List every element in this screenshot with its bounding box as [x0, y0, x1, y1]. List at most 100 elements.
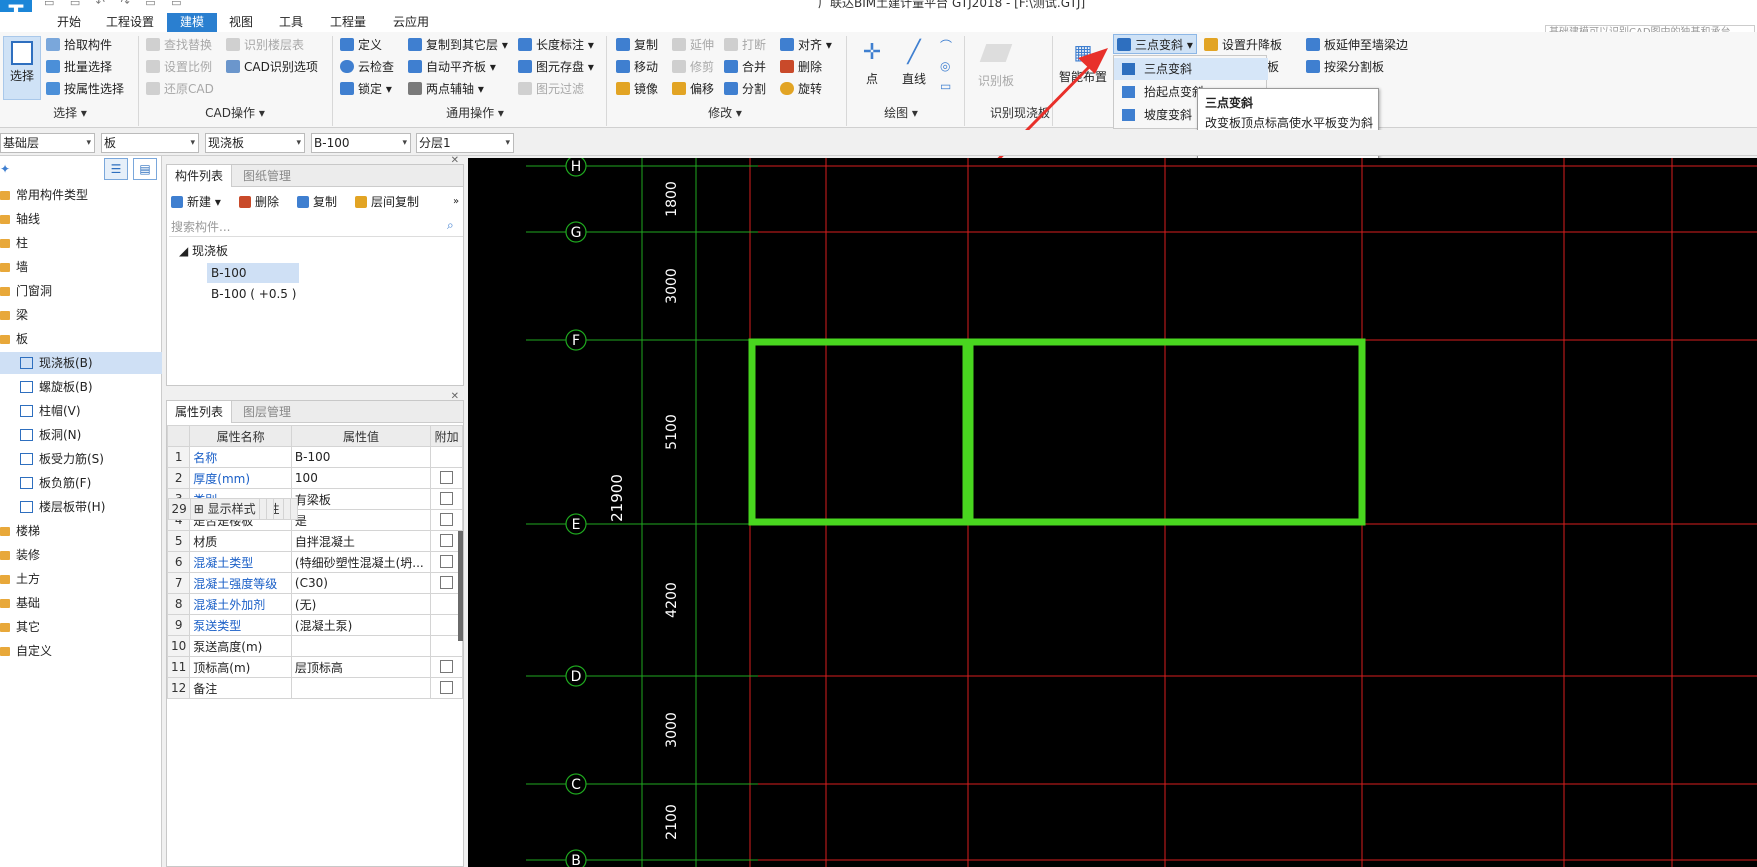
sparkle-icon[interactable]: ✦: [0, 162, 10, 176]
two-point-aux-axis-button[interactable]: 两点辅轴 ▾: [408, 79, 484, 99]
tree-node-root[interactable]: ◢ 现浇板: [179, 241, 228, 261]
set-raise-lower-slab-button[interactable]: 设置升降板: [1204, 35, 1282, 55]
property-value-cell[interactable]: (特细砂塑性混凝土(坍...: [290, 551, 432, 573]
table-row[interactable]: 7 混凝土强度等级 (C30): [166, 572, 463, 594]
draw-group-label[interactable]: 绘图 ▾: [866, 104, 936, 122]
draw-point-button[interactable]: ✛ 点: [856, 36, 888, 87]
append-checkbox[interactable]: [440, 513, 454, 526]
property-value-cell[interactable]: 自拌混凝土: [290, 530, 432, 552]
menu-item-three-point-slope[interactable]: 三点变斜: [1114, 58, 1268, 80]
cad-recognition-options-button[interactable]: CAD识别选项: [226, 57, 318, 77]
sidebar-item-common-types[interactable]: 常用构件类型: [0, 184, 162, 206]
element-save-button[interactable]: 图元存盘 ▾: [518, 57, 594, 77]
search-icon[interactable]: ⌕: [447, 218, 454, 233]
table-row[interactable]: 9 泵送类型 (混凝土泵): [166, 614, 463, 636]
auto-align-slab-button[interactable]: 自动平齐板 ▾: [408, 57, 496, 77]
property-value-cell[interactable]: [258, 497, 267, 520]
component-search-input[interactable]: 搜索构件...: [169, 217, 463, 237]
sidebar-item-decoration[interactable]: 装修: [0, 544, 162, 566]
sidebar-item-wall[interactable]: 墙: [0, 256, 162, 278]
table-row[interactable]: 5 材质 自拌混凝土: [166, 530, 463, 552]
tab-drawing-management[interactable]: 图纸管理: [235, 165, 299, 187]
property-value-cell[interactable]: 有梁板: [290, 488, 432, 510]
sidebar-item-stair[interactable]: 楼梯: [0, 520, 162, 542]
append-checkbox[interactable]: [440, 681, 454, 694]
identify-floor-table-button[interactable]: 识别楼层表: [226, 35, 304, 55]
sidebar-item-column-cap[interactable]: 柱帽(V): [0, 400, 162, 422]
select-tool-button[interactable]: 选择: [3, 36, 41, 100]
tree-node-b100[interactable]: B-100: [207, 263, 299, 283]
identify-slab-button[interactable]: 识别板: [972, 36, 1020, 89]
table-row[interactable]: 1 名称 B-100: [166, 446, 463, 468]
sidebar-item-foundation[interactable]: 基础: [0, 592, 162, 614]
property-value-cell[interactable]: (C30): [290, 572, 432, 594]
tab-component-list[interactable]: 构件列表: [167, 165, 233, 187]
append-checkbox[interactable]: [440, 471, 454, 484]
expand-icon[interactable]: ⊞: [194, 502, 208, 516]
append-checkbox[interactable]: [440, 492, 454, 505]
table-row[interactable]: 6 混凝土类型 (特细砂塑性混凝土(坍...: [166, 551, 463, 573]
define-button[interactable]: 定义: [340, 35, 382, 55]
split-button[interactable]: 分割: [724, 79, 766, 99]
append-checkbox[interactable]: [440, 576, 454, 589]
property-value-cell[interactable]: B-100: [290, 446, 432, 468]
layer-split-select[interactable]: 分层1: [416, 133, 514, 153]
table-row[interactable]: 12 备注: [166, 677, 463, 699]
draw-line-button[interactable]: ╱ 直线: [896, 36, 932, 87]
tile-view-icon[interactable]: ▤: [133, 158, 157, 180]
append-checkbox[interactable]: [440, 534, 454, 547]
three-point-slope-button[interactable]: 三点变斜 ▾: [1113, 34, 1197, 54]
tab-quantity[interactable]: 工程量: [320, 13, 376, 32]
table-row[interactable]: 2 厚度(mm) 100: [166, 467, 463, 489]
delete-button[interactable]: 删除: [780, 57, 822, 77]
general-ops-group-label[interactable]: 通用操作 ▾: [430, 104, 520, 122]
extend-slab-to-wall-beam-button[interactable]: 板延伸至墙梁边: [1306, 35, 1408, 55]
offset-button[interactable]: 偏移: [672, 79, 714, 99]
property-value-cell[interactable]: (无): [290, 593, 432, 615]
cloud-check-button[interactable]: 云检查: [340, 57, 394, 77]
find-replace-button[interactable]: 查找替换: [146, 35, 212, 55]
tab-project-settings[interactable]: 工程设置: [98, 13, 162, 32]
sidebar-item-spiral-slab[interactable]: 螺旋板(B): [0, 376, 162, 398]
sidebar-item-custom[interactable]: 自定义: [0, 640, 162, 662]
select-group-label[interactable]: 选择 ▾: [30, 104, 110, 122]
sidebar-item-earthwork[interactable]: 土方: [0, 568, 162, 590]
property-value-cell[interactable]: 层顶标高: [290, 656, 432, 678]
smart-layout-button[interactable]: ▦ 智能布置: [1058, 36, 1108, 85]
tab-start[interactable]: 开始: [44, 13, 94, 32]
table-row[interactable]: 10 泵送高度(m): [166, 635, 463, 657]
length-dimension-button[interactable]: 长度标注 ▾: [518, 35, 594, 55]
sidebar-item-slab-negative-rebar[interactable]: 板负筋(F): [0, 472, 162, 494]
lock-button[interactable]: 锁定 ▾: [340, 79, 392, 99]
tab-modeling[interactable]: 建模: [167, 13, 217, 32]
trim-button[interactable]: 修剪: [672, 57, 714, 77]
sidebar-item-other[interactable]: 其它: [0, 616, 162, 638]
sidebar-item-cast-slab[interactable]: 现浇板(B): [0, 352, 162, 374]
split-slab-by-beam-button[interactable]: 按梁分割板: [1306, 57, 1384, 77]
new-component-button[interactable]: 新建 ▾: [171, 192, 221, 212]
sidebar-item-floor-slab-strip[interactable]: 楼层板带(H): [0, 496, 162, 518]
merge-button[interactable]: 合并: [724, 57, 766, 77]
modify-group-label[interactable]: 修改 ▾: [690, 104, 760, 122]
component-type-select[interactable]: 板: [101, 133, 199, 153]
copy-between-floors-button[interactable]: 层间复制: [355, 192, 419, 212]
move-button[interactable]: 移动: [616, 57, 658, 77]
delete-component-button[interactable]: 删除: [239, 192, 279, 212]
sidebar-item-slab[interactable]: 板: [0, 328, 162, 350]
cad-group-label[interactable]: CAD操作 ▾: [190, 104, 280, 122]
arc-tools-icon[interactable]: ⌒ ◎ ▭: [940, 36, 954, 96]
property-value-cell[interactable]: 100: [290, 467, 432, 489]
component-subtype-select[interactable]: 现浇板: [205, 133, 305, 153]
pick-component-button[interactable]: 拾取构件: [46, 35, 112, 55]
sidebar-item-column[interactable]: 柱: [0, 232, 162, 254]
property-value-cell[interactable]: [282, 497, 291, 520]
break-button[interactable]: 打断: [724, 35, 766, 55]
element-filter-button[interactable]: 图元过滤: [518, 79, 584, 99]
property-value-cell[interactable]: [290, 635, 432, 657]
more-icon[interactable]: »: [453, 192, 459, 212]
property-value-cell[interactable]: 是: [290, 509, 432, 531]
list-view-icon[interactable]: ☰: [104, 158, 128, 180]
tree-node-b100-raised[interactable]: B-100 ( +0.5 ): [211, 284, 296, 304]
tab-view[interactable]: 视图: [220, 13, 262, 32]
table-row[interactable]: 29 ⊞ 显示样式: [167, 497, 274, 520]
